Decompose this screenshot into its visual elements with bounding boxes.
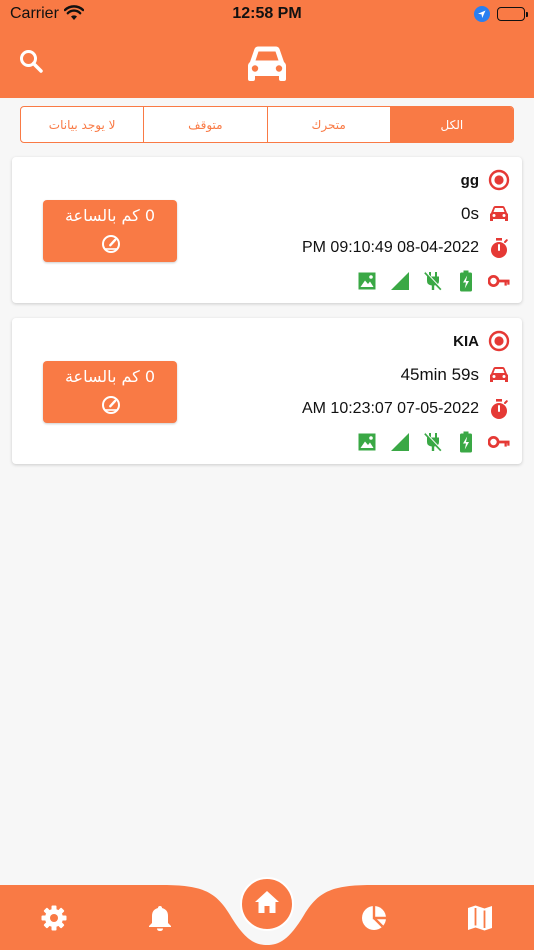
car-status-icon (488, 364, 510, 386)
vehicle-name-row: KIA (453, 330, 510, 352)
speed-text: 0 كم بالساعة (64, 367, 156, 386)
speed-text: 0 كم بالساعة (64, 206, 156, 225)
home-icon (254, 890, 280, 918)
gear-icon (40, 904, 68, 936)
key-icon (488, 431, 510, 453)
nav-notifications[interactable] (145, 905, 175, 935)
tab-all[interactable]: الكل (389, 107, 513, 142)
signal-icon (389, 270, 411, 292)
battery-charging-icon (455, 270, 477, 292)
map-icon (467, 904, 493, 936)
vehicle-name-row: gg (461, 169, 510, 191)
status-bar: Carrier 12:58 PM (0, 0, 534, 30)
location-icon (474, 6, 490, 26)
wifi-icon (63, 5, 85, 25)
car-status-icon (488, 203, 510, 225)
car-icon (245, 43, 289, 87)
status-filter: الكل متحرك متوقف لا يوجد بيانات (20, 106, 514, 143)
pie-chart-icon (360, 904, 388, 936)
timestamp-row: AM 10:23:07 07-05-2022 (302, 398, 510, 420)
stopwatch-icon (488, 398, 510, 420)
record-status-icon (488, 330, 510, 352)
battery-icon (497, 7, 528, 21)
duration-value: 0s (461, 204, 479, 223)
duration-row: 45min 59s (401, 364, 510, 386)
speedometer-icon (101, 395, 121, 419)
search-icon[interactable] (18, 48, 44, 78)
bell-icon (147, 904, 173, 936)
nav-reports[interactable] (359, 905, 389, 935)
nav-map[interactable] (465, 905, 495, 935)
tab-moving[interactable]: متحرك (266, 107, 390, 142)
speed-badge: 0 كم بالساعة (43, 361, 177, 423)
tab-no-data[interactable]: لا يوجد بيانات (21, 107, 143, 142)
nav-home[interactable] (240, 877, 294, 931)
power-off-icon (422, 431, 444, 453)
key-icon (488, 270, 510, 292)
duration-row: 0s (461, 203, 510, 225)
speed-badge: 0 كم بالساعة (43, 200, 177, 262)
duration-value: 45min 59s (400, 365, 479, 384)
timestamp-value: AM 10:23:07 07-05-2022 (301, 400, 479, 417)
indicator-row (356, 270, 510, 292)
app-header (0, 30, 534, 98)
timestamp-row: PM 09:10:49 08-04-2022 (302, 237, 510, 259)
battery-charging-icon (455, 431, 477, 453)
vehicle-card[interactable]: 0 كم بالساعة gg 0s PM 09:10:49 08-04-202… (12, 157, 522, 303)
power-off-icon (422, 270, 444, 292)
timestamp-value: PM 09:10:49 08-04-2022 (301, 239, 479, 256)
vehicle-card[interactable]: 0 كم بالساعة KIA 45min 59s AM 10:23:07 0… (12, 318, 522, 464)
speedometer-icon (101, 234, 121, 258)
vehicle-name: KIA (453, 332, 479, 350)
vehicle-name: gg (460, 171, 479, 189)
record-status-icon (488, 169, 510, 191)
carrier-label: Carrier (10, 5, 59, 22)
indicator-row (356, 431, 510, 453)
stopwatch-icon (488, 237, 510, 259)
image-icon (356, 431, 378, 453)
signal-icon (389, 431, 411, 453)
image-icon (356, 270, 378, 292)
nav-settings[interactable] (39, 905, 69, 935)
tab-stopped[interactable]: متوقف (143, 107, 266, 142)
bottom-navigation (0, 860, 534, 950)
